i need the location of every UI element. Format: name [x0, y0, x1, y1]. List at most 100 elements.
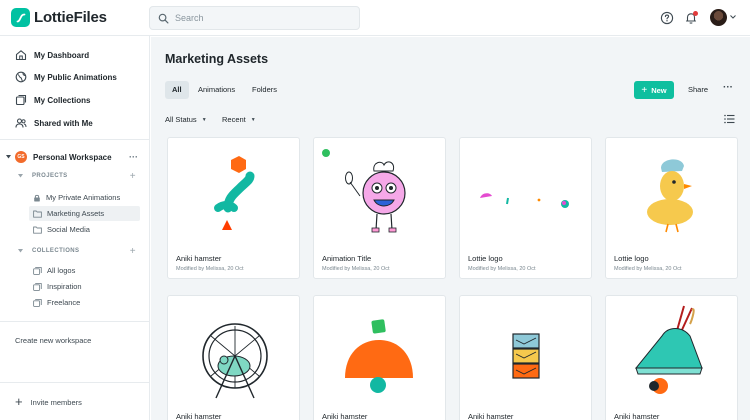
card-meta: Modified by Melissa, 20 Oct: [614, 266, 682, 272]
project-my-private-animations[interactable]: My Private Animations: [29, 190, 140, 205]
animation-card[interactable]: Aniki hamster: [459, 295, 592, 420]
help-icon[interactable]: [660, 11, 674, 25]
tab-all[interactable]: All: [165, 81, 189, 99]
projects-section-header[interactable]: PROJECTS +: [18, 171, 136, 182]
page-title: Marketing Assets: [165, 52, 269, 66]
new-button-label: New: [651, 85, 667, 95]
card-title: Lottie logo: [468, 254, 503, 263]
sidebar-item-my-public-animations[interactable]: My Public Animations: [15, 71, 117, 83]
new-button[interactable]: + New: [634, 81, 674, 99]
lottiefiles-logo[interactable]: LottieFiles: [11, 8, 107, 27]
card-title: Aniki hamster: [176, 254, 222, 263]
animation-card[interactable]: Aniki hamster: [313, 295, 446, 420]
animation-card[interactable]: Lottie logo Modified by Melissa, 20 Oct: [459, 137, 592, 279]
search-input[interactable]: [175, 13, 345, 23]
animation-thumbnail: [202, 323, 268, 399]
caret-down-icon: [18, 174, 23, 178]
caret-down-icon: [18, 249, 23, 253]
sidebar: My Dashboard My Public Animations My Col…: [0, 36, 150, 420]
chevron-down-icon[interactable]: [730, 15, 736, 19]
collection-label: All logos: [47, 266, 76, 275]
project-marketing-assets[interactable]: Marketing Assets: [29, 206, 140, 221]
lock-icon: [34, 194, 40, 201]
divider: [0, 321, 150, 322]
caret-down-icon: ▼: [201, 116, 207, 123]
project-label: Social Media: [47, 225, 90, 234]
collection-label: Inspiration: [47, 282, 82, 291]
search-bar[interactable]: [149, 6, 360, 30]
workspace-more-button[interactable]: ···: [129, 152, 138, 162]
caret-down-icon: [6, 155, 11, 159]
sidebar-item-label: My Public Animations: [34, 72, 117, 82]
sort-label: Recent: [222, 115, 246, 124]
tab-animations[interactable]: Animations: [191, 81, 242, 99]
home-icon: [15, 50, 27, 61]
globe-icon: [15, 71, 27, 83]
card-meta: Modified by Melissa, 20 Oct: [322, 266, 390, 272]
tab-folders[interactable]: Folders: [245, 81, 284, 99]
project-label: My Private Animations: [46, 193, 121, 202]
workspace-name: Personal Workspace: [33, 152, 112, 162]
card-title: Lottie logo: [614, 254, 649, 263]
card-title: Aniki hamster: [468, 412, 514, 420]
collection-freelance[interactable]: Freelance: [29, 295, 140, 310]
card-title: Aniki hamster: [614, 412, 660, 420]
list-view-icon[interactable]: [724, 114, 735, 124]
share-button[interactable]: Share: [688, 85, 708, 94]
animation-thumbnail: [345, 319, 413, 393]
animation-card[interactable]: Animation Title Modified by Melissa, 20 …: [313, 137, 446, 279]
workspace-switcher[interactable]: GS Personal Workspace ···: [6, 151, 144, 163]
projects-label: PROJECTS: [32, 173, 68, 179]
main-content: Marketing Assets All Animations Folders …: [151, 37, 750, 420]
card-meta: Modified by Melissa, 20 Oct: [468, 266, 536, 272]
project-label: Marketing Assets: [47, 209, 105, 218]
search-icon: [158, 13, 169, 23]
animation-card[interactable]: Lottie logo Modified by Melissa, 20 Oct: [605, 137, 738, 279]
sidebar-item-my-collections[interactable]: My Collections: [15, 94, 90, 106]
user-avatar[interactable]: [710, 9, 727, 26]
collection-all-logos[interactable]: All logos: [29, 263, 140, 278]
collections-label: COLLECTIONS: [32, 248, 80, 254]
notification-badge: [693, 11, 698, 16]
animation-thumbnail: [214, 156, 255, 230]
caret-down-icon: ▼: [250, 116, 256, 123]
sidebar-item-label: My Dashboard: [34, 50, 90, 60]
status-filter-label: All Status: [165, 115, 197, 124]
status-filter[interactable]: All Status ▼: [165, 115, 207, 124]
animation-card[interactable]: Aniki hamster: [167, 295, 300, 420]
invite-label: Invite members: [30, 397, 82, 407]
card-title: Animation Title: [322, 254, 372, 263]
collection-icon: [33, 282, 42, 291]
plus-icon: +: [15, 394, 23, 409]
create-workspace-link[interactable]: Create new workspace: [15, 336, 91, 345]
divider: [0, 139, 150, 140]
card-title: Aniki hamster: [176, 412, 222, 420]
sidebar-item-label: My Collections: [34, 95, 91, 105]
collections-section-header[interactable]: COLLECTIONS +: [18, 246, 136, 257]
animation-thumbnail: [480, 193, 569, 208]
folder-icon: [33, 226, 42, 234]
users-icon: [15, 118, 27, 128]
folder-icon: [33, 210, 42, 218]
sidebar-item-shared-with-me[interactable]: Shared with Me: [15, 117, 93, 129]
collections-icon: [15, 94, 27, 106]
sidebar-item-my-dashboard[interactable]: My Dashboard: [15, 49, 89, 61]
add-collection-button[interactable]: +: [130, 246, 136, 257]
sidebar-item-label: Shared with Me: [34, 118, 93, 128]
add-project-button[interactable]: +: [130, 171, 136, 182]
collection-inspiration[interactable]: Inspiration: [29, 279, 140, 294]
animation-thumbnail: [512, 333, 540, 379]
lottiefiles-logo-icon: [11, 8, 30, 27]
workspace-badge: GS: [15, 151, 27, 163]
collection-icon: [33, 298, 42, 307]
sort-dropdown[interactable]: Recent ▼: [222, 115, 256, 124]
animation-card[interactable]: Aniki hamster Modified by Melissa, 20 Oc…: [167, 137, 300, 279]
plus-icon: +: [641, 84, 648, 96]
project-social-media[interactable]: Social Media: [29, 222, 140, 237]
collection-label: Freelance: [47, 298, 81, 307]
invite-members-button[interactable]: + Invite members: [15, 394, 82, 409]
more-options-icon[interactable]: ···: [723, 82, 733, 93]
animation-thumbnail: [647, 159, 693, 233]
divider: [0, 382, 150, 383]
animation-card[interactable]: Aniki hamster: [605, 295, 738, 420]
